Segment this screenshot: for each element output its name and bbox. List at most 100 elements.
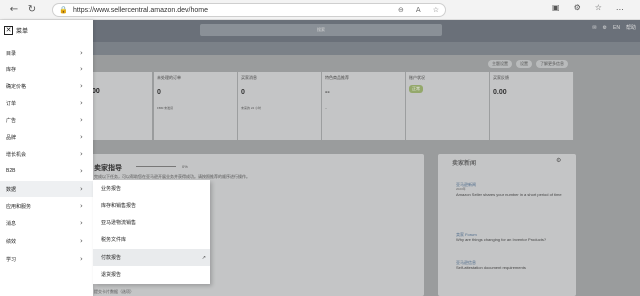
menu-item-apps[interactable]: 应用和服务 › bbox=[0, 198, 93, 214]
gear-icon[interactable]: ⚙ bbox=[556, 157, 561, 164]
back-icon[interactable]: ← bbox=[6, 2, 22, 18]
submenu-item-label: 亚马逊物流销售 bbox=[101, 220, 137, 226]
chevron-right-icon: › bbox=[80, 167, 83, 175]
menu-item-label: 品牌 bbox=[6, 134, 17, 141]
menu-item-label: 增长机会 bbox=[6, 151, 27, 158]
card-title: 未处理的订单 bbox=[157, 75, 181, 80]
guide-title: 卖家指导 bbox=[94, 165, 122, 172]
chevron-right-icon: › bbox=[80, 237, 83, 245]
url-text[interactable]: https://www.sellercentral.amazon.dev/hom… bbox=[73, 7, 208, 14]
mail-icon[interactable]: ✉ bbox=[592, 25, 596, 31]
card-value: 0.00 bbox=[493, 89, 507, 96]
help-link[interactable]: 帮助 bbox=[626, 24, 636, 31]
menu-item-b2b[interactable]: B2B › bbox=[0, 163, 93, 179]
news-text: Self-attestation document requirements bbox=[456, 265, 526, 270]
chevron-right-icon: › bbox=[80, 219, 83, 227]
card-title: 账户状况 bbox=[409, 75, 425, 80]
menu-item-label: 绩效 bbox=[6, 238, 17, 245]
feedback-card[interactable]: 买家反馈 0.00 bbox=[490, 72, 574, 140]
news-panel bbox=[438, 154, 576, 296]
menu-item-growth[interactable]: 增长机会 › bbox=[0, 146, 93, 162]
favorite-icon[interactable]: ☆ bbox=[433, 6, 439, 14]
address-bar[interactable]: 🔒 https://www.sellercentral.amazon.dev/h… bbox=[52, 3, 446, 17]
card-title: 特色商品推荐 bbox=[325, 75, 349, 80]
submenu-item-payments[interactable]: 付款报告 ↗ bbox=[93, 249, 210, 266]
card-value: -- bbox=[325, 89, 330, 96]
chevron-right-icon: › bbox=[80, 150, 83, 158]
subheader-bar bbox=[0, 42, 640, 55]
app-search-input[interactable]: 搜索 bbox=[200, 24, 442, 36]
menu-item-label: 消息 bbox=[6, 220, 17, 227]
settings-icon[interactable]: ⚙ bbox=[603, 25, 607, 31]
chevron-right-icon: › bbox=[80, 65, 83, 73]
messages-card[interactable]: 买家消息 0 未来的 24 小时 bbox=[238, 72, 322, 140]
menu-item-orders[interactable]: 订单 › bbox=[0, 95, 93, 111]
submenu-item-returns[interactable]: 退货报告 bbox=[93, 266, 210, 283]
chevron-right-icon: › bbox=[80, 116, 83, 124]
menu-item-label: 订单 bbox=[6, 100, 17, 107]
chevron-right-icon: › bbox=[80, 185, 83, 193]
news-text: Why are things changing for an Inventor … bbox=[456, 237, 547, 242]
submenu-item-label: 库存和销售报告 bbox=[101, 203, 137, 209]
news-item[interactable]: 亚马逊信息 Self-attestation document requirem… bbox=[456, 260, 568, 270]
submenu-item-label: 税务文件库 bbox=[101, 237, 127, 243]
submenu-item-label: 退货报告 bbox=[101, 272, 122, 278]
menu-item-label: 目录 bbox=[6, 50, 17, 57]
menu-item-label: 应用和服务 bbox=[6, 203, 32, 210]
news-item[interactable]: 卖家 Forum Why are things changing for an … bbox=[456, 232, 568, 242]
chevron-right-icon: › bbox=[80, 82, 83, 90]
guide-progress-text: 0% bbox=[182, 164, 188, 169]
menu-item-messages[interactable]: 消息 › bbox=[0, 215, 93, 231]
menu-item-inventory[interactable]: 库存 › bbox=[0, 61, 93, 77]
theme-button[interactable]: 主题设置 bbox=[488, 60, 512, 68]
menu-item-label: 广告 bbox=[6, 117, 17, 124]
menu-header: ✕ 菜单 bbox=[0, 20, 93, 40]
card-title: 买家消息 bbox=[241, 75, 257, 80]
extensions-icon[interactable]: ⚙ bbox=[574, 3, 581, 12]
status-badge: 正常 bbox=[409, 85, 423, 93]
chevron-right-icon: › bbox=[80, 202, 83, 210]
read-aloud-icon[interactable]: A bbox=[416, 6, 421, 14]
submenu-item-fba-sales[interactable]: 亚马逊物流销售 bbox=[93, 214, 210, 231]
news-item[interactable]: 亚马逊新闻 2023年 Amazon Seller shares your nu… bbox=[456, 182, 568, 197]
lock-icon: 🔒 bbox=[59, 6, 68, 14]
card-value: 0 bbox=[241, 89, 245, 96]
orders-card[interactable]: 未处理的订单 0 FBM 未发货 bbox=[154, 72, 238, 140]
refresh-icon[interactable]: ↻ bbox=[24, 2, 40, 18]
menu-item-label: 库存 bbox=[6, 66, 17, 73]
featured-offer-card[interactable]: 特色商品推荐 -- -- bbox=[322, 72, 406, 140]
submenu-item-label: 业务报告 bbox=[101, 186, 122, 192]
collections-icon[interactable]: ▣ bbox=[552, 3, 560, 12]
close-icon[interactable]: ✕ bbox=[4, 25, 13, 35]
menu-item-brands[interactable]: 品牌 › bbox=[0, 129, 93, 145]
menu-item-pricing[interactable]: 确定价格 › bbox=[0, 78, 93, 94]
menu-item-performance[interactable]: 绩效 › bbox=[0, 233, 93, 249]
menu-title: 菜单 bbox=[16, 28, 29, 35]
menu-item-advertising[interactable]: 广告 › bbox=[0, 112, 93, 128]
news-title: 卖家新闻 bbox=[452, 161, 477, 167]
more-icon[interactable]: … bbox=[616, 3, 624, 12]
guide-progress-bar bbox=[136, 166, 176, 167]
menu-item-label: 确定价格 bbox=[6, 83, 27, 90]
favorites-bar-icon[interactable]: ☆ bbox=[595, 3, 602, 12]
learn-more-button[interactable]: 了解更多信息 bbox=[536, 60, 568, 68]
menu-item-reports[interactable]: 数据 › bbox=[0, 181, 93, 197]
nav-menu: ✕ 菜单 目录 › 库存 › 确定价格 › 订单 › 广告 › 品牌 › 增长机会 › B2B… bbox=[0, 20, 93, 296]
submenu-item-tax-library[interactable]: 税务文件库 bbox=[93, 231, 210, 248]
guide-footer[interactable]: 提交卡片数据（选项） bbox=[94, 289, 134, 295]
reports-submenu: 业务报告 库存和销售报告 亚马逊物流销售 税务文件库 付款报告 ↗ 退货报告 bbox=[93, 180, 210, 284]
menu-item-label: B2B bbox=[6, 168, 16, 174]
menu-item-label: 数据 bbox=[6, 186, 17, 193]
menu-item-learn[interactable]: 学习 › bbox=[0, 251, 93, 267]
settings-button[interactable]: 设置 bbox=[516, 60, 532, 68]
zoom-icon[interactable]: ⊖ bbox=[398, 6, 404, 14]
language-selector[interactable]: EN bbox=[613, 25, 620, 31]
browser-toolbar: ← ↻ 🔒 https://www.sellercentral.amazon.d… bbox=[0, 0, 640, 20]
card-value: 0 bbox=[157, 89, 161, 96]
account-health-card[interactable]: 账户状况 正常 bbox=[406, 72, 490, 140]
menu-item-catalog[interactable]: 目录 › bbox=[0, 45, 93, 61]
menu-item-label: 学习 bbox=[6, 256, 17, 263]
submenu-item-inventory-sales[interactable]: 库存和销售报告 bbox=[93, 197, 210, 214]
submenu-item-business-reports[interactable]: 业务报告 bbox=[93, 180, 210, 197]
chevron-right-icon: › bbox=[80, 133, 83, 141]
